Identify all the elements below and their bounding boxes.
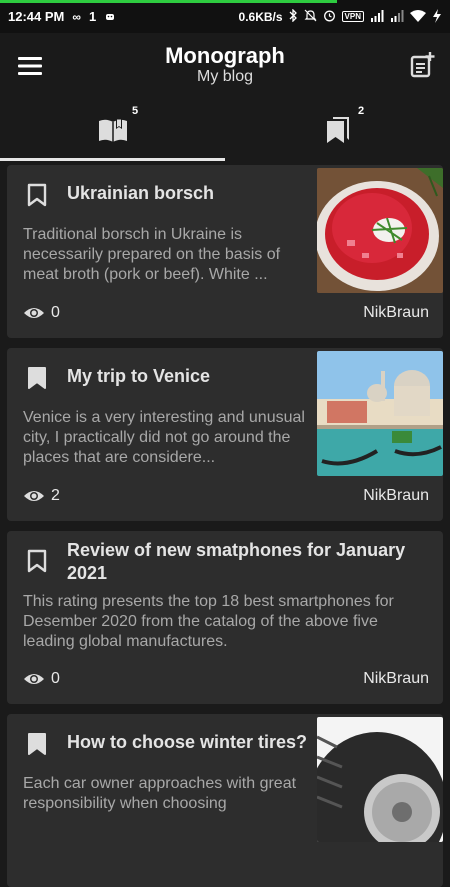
tab-indicator: [0, 158, 225, 161]
bookmark-button[interactable]: [27, 366, 47, 395]
post-author[interactable]: NikBraun: [363, 487, 429, 505]
bookmark-filled-icon: [28, 733, 46, 755]
infinity-icon: ∞: [72, 9, 81, 24]
wifi-icon: [410, 9, 426, 24]
app-title: Monograph: [165, 43, 285, 68]
post-thumbnail-tire: [317, 717, 443, 842]
network-speed: 0.6KB/s: [238, 9, 283, 24]
post-excerpt: Each car owner approaches with great res…: [23, 775, 297, 812]
status-bar: 12:44 PM ∞ 1 0.6KB/s VPN: [0, 0, 450, 33]
tab-badge: 5: [132, 105, 139, 117]
post-excerpt: Traditional borsch in Ukraine is necessa…: [23, 226, 281, 283]
post-card[interactable]: My trip to Venice Venice is a very inter…: [7, 348, 443, 521]
post-views: 2: [23, 487, 60, 505]
post-card[interactable]: Ukrainian borsch Traditional borsch in U…: [7, 165, 443, 338]
bookmark-outline-icon: [27, 549, 47, 573]
signal-icon: [390, 9, 404, 24]
bookmarks-icon: [326, 117, 349, 143]
tab-all-posts[interactable]: 5: [0, 99, 225, 161]
bluetooth-icon: [289, 8, 298, 24]
post-thumbnail-borsch: [317, 168, 443, 293]
bookmark-filled-icon: [28, 367, 46, 389]
hamburger-icon: [18, 57, 42, 75]
status-time: 12:44 PM: [8, 9, 65, 24]
post-excerpt: This rating presents the top 18 best sma…: [23, 593, 394, 650]
eye-icon: [24, 308, 44, 318]
post-thumbnail-venice: [317, 351, 443, 476]
battery-charging-icon: [432, 8, 442, 25]
android-icon: [104, 10, 116, 24]
tab-bookmarks[interactable]: 2: [225, 99, 450, 161]
post-title: Ukrainian borsch: [67, 183, 215, 203]
post-author[interactable]: NikBraun: [363, 304, 429, 322]
views-count: 2: [51, 487, 60, 504]
eye-icon: [24, 674, 44, 684]
post-title: My trip to Venice: [67, 366, 211, 386]
posts-list[interactable]: Ukrainian borsch Traditional borsch in U…: [0, 161, 450, 887]
new-post-button[interactable]: [410, 52, 436, 83]
post-author[interactable]: NikBraun: [363, 670, 429, 688]
app-subtitle: My blog: [196, 68, 254, 85]
tab-bar: 5 2: [0, 99, 450, 161]
post-views: 0: [23, 670, 60, 688]
status-extra: 1: [88, 9, 97, 24]
bookmark-button[interactable]: [27, 549, 47, 578]
post-card[interactable]: How to choose winter tires? Each car own…: [7, 714, 443, 887]
loading-progress: [0, 0, 337, 3]
tab-badge: 2: [358, 105, 365, 117]
app-bar: Monograph My blog: [0, 33, 450, 99]
signal-icon: [370, 9, 384, 24]
mute-icon: [304, 9, 317, 24]
book-open-icon: [98, 119, 127, 142]
post-excerpt: Venice is a very interesting and unusual…: [23, 409, 305, 466]
note-add-icon: [410, 52, 435, 78]
alarm-icon: [323, 9, 336, 24]
bookmark-button[interactable]: [27, 732, 47, 761]
post-card[interactable]: Review of new smatphones for January 202…: [7, 531, 443, 704]
vpn-badge: VPN: [341, 11, 364, 22]
post-title: Review of new smatphones for January 202…: [67, 540, 406, 583]
bookmark-outline-icon: [27, 183, 47, 207]
eye-icon: [24, 491, 44, 501]
views-count: 0: [51, 670, 60, 687]
menu-button[interactable]: [0, 33, 60, 99]
post-views: 0: [23, 304, 60, 322]
views-count: 0: [51, 304, 60, 321]
bookmark-button[interactable]: [27, 183, 47, 212]
